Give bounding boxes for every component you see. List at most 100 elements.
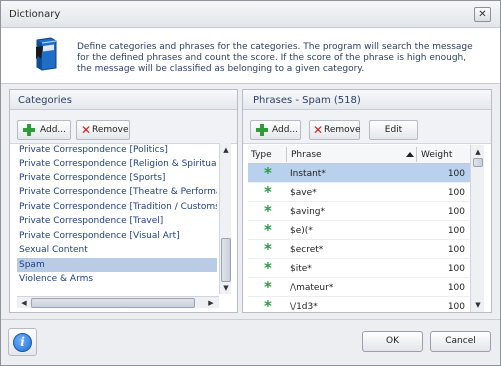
- table-row[interactable]: * /\mateur* 100: [248, 278, 470, 297]
- title-bar[interactable]: Dictionary ✕: [1, 1, 500, 28]
- asterisk-icon: *: [264, 259, 272, 277]
- weight-cell: 100: [447, 226, 465, 236]
- remove-category-button[interactable]: ✕ Remove: [76, 120, 130, 140]
- list-item[interactable]: Private Correspondence [Travel]: [17, 214, 217, 228]
- add-phrase-label: Add...: [272, 125, 299, 135]
- phrase-cell: $ecret*: [290, 245, 324, 255]
- weight-cell: 100: [447, 302, 465, 312]
- weight-cell: 100: [447, 188, 465, 198]
- weight-cell: 100: [447, 207, 465, 217]
- table-row[interactable]: * \/1d3* 100: [248, 297, 470, 312]
- table-row[interactable]: * $ave* 100: [248, 183, 470, 202]
- dictionary-dialog: Dictionary ✕ Define categories and phras…: [0, 0, 501, 366]
- table-row[interactable]: * $ite* 100: [248, 259, 470, 278]
- phrases-toolbar: Add... ✕ Remove Edit: [243, 110, 491, 144]
- category-label: Private Correspondence [Politics]: [19, 145, 168, 155]
- column-header-weight[interactable]: Weight: [421, 150, 452, 160]
- categories-list[interactable]: Private Correspondence [Politics] Privat…: [17, 143, 219, 293]
- scroll-down-arrow-icon[interactable]: ▼: [473, 300, 483, 310]
- phrases-title: Phrases - Spam (518): [253, 95, 361, 106]
- weight-cell: 100: [447, 169, 465, 179]
- category-label: Private Correspondence [Visual Art]: [19, 231, 180, 241]
- list-item[interactable]: Sexual Content: [17, 243, 217, 257]
- category-label: Private Correspondence [Travel]: [19, 216, 164, 226]
- list-item[interactable]: Private Correspondence [Religion & Spiri…: [17, 157, 217, 171]
- table-row[interactable]: * $e)(* 100: [248, 221, 470, 240]
- asterisk-icon: *: [264, 202, 272, 220]
- scroll-thumb[interactable]: [31, 298, 195, 308]
- asterisk-icon: *: [264, 278, 272, 296]
- weight-cell: 100: [447, 245, 465, 255]
- phrase-cell: /\mateur*: [290, 283, 334, 293]
- category-label: Private Correspondence [Theatre & Perfor…: [19, 187, 217, 197]
- phrase-cell: $aving*: [290, 207, 325, 217]
- info-icon: i: [13, 333, 32, 352]
- phrase-cell: $e)(*: [290, 226, 313, 236]
- table-row[interactable]: * $ecret* 100: [248, 240, 470, 259]
- category-label: Violence & Arms: [19, 274, 94, 284]
- table-header: Type Phrase Weight: [248, 145, 470, 164]
- remove-phrase-label: Remove: [324, 125, 361, 135]
- list-item[interactable]: Private Correspondence [Visual Art]: [17, 229, 217, 243]
- footer-divider: [1, 319, 500, 320]
- categories-toolbar: Add... ✕ Remove: [10, 110, 237, 144]
- list-item[interactable]: Private Correspondence [Theatre & Perfor…: [17, 185, 217, 199]
- remove-x-icon: ✕: [80, 123, 92, 137]
- add-phrase-button[interactable]: Add...: [250, 120, 301, 140]
- edit-phrase-label: Edit: [384, 125, 403, 135]
- category-label: Spam: [19, 260, 45, 270]
- list-item[interactable]: Violence & Arms: [17, 272, 217, 286]
- column-header-phrase[interactable]: Phrase: [291, 150, 322, 160]
- remove-x-icon: ✕: [312, 123, 324, 137]
- remove-category-label: Remove: [92, 125, 129, 135]
- asterisk-icon: *: [264, 164, 272, 182]
- asterisk-icon: *: [264, 240, 272, 258]
- phrases-table[interactable]: Type Phrase Weight * Instant* 100 * $ave…: [248, 145, 470, 312]
- cancel-button[interactable]: Cancel: [430, 331, 491, 352]
- categories-title: Categories: [18, 95, 72, 106]
- scroll-left-arrow-icon[interactable]: ◀: [19, 298, 29, 308]
- phrase-cell: $ite*: [290, 264, 312, 274]
- category-label: Sexual Content: [19, 245, 88, 255]
- asterisk-icon: *: [264, 297, 272, 312]
- table-row[interactable]: * $aving* 100: [248, 202, 470, 221]
- asterisk-icon: *: [264, 221, 272, 239]
- column-divider: [286, 147, 287, 162]
- list-item[interactable]: Private Correspondence [Politics]: [17, 143, 217, 157]
- weight-cell: 100: [447, 264, 465, 274]
- scroll-thumb[interactable]: [221, 238, 231, 282]
- column-header-type[interactable]: Type: [251, 150, 272, 160]
- column-divider: [416, 147, 417, 162]
- edit-phrase-button[interactable]: Edit: [369, 120, 418, 140]
- scroll-up-arrow-icon[interactable]: ▲: [473, 147, 483, 157]
- phrase-cell: $ave*: [290, 188, 317, 198]
- scroll-thumb[interactable]: [473, 158, 483, 167]
- ok-button[interactable]: OK: [362, 331, 423, 352]
- weight-cell: 100: [447, 283, 465, 293]
- phrase-cell: \/1d3*: [290, 302, 318, 312]
- list-item-selected[interactable]: Spam: [17, 258, 217, 272]
- info-description: Define categories and phrases for the ca…: [77, 42, 473, 74]
- phrases-vertical-scrollbar[interactable]: ▲ ▼: [470, 145, 484, 312]
- phrases-header: Phrases - Spam (518): [243, 90, 491, 110]
- plus-icon: [255, 123, 269, 137]
- remove-phrase-button[interactable]: ✕ Remove: [309, 120, 361, 140]
- categories-header: Categories: [10, 90, 237, 110]
- category-label: Private Correspondence [Religion & Spiri…: [19, 159, 217, 169]
- categories-vertical-scrollbar[interactable]: ▲ ▼: [219, 143, 231, 294]
- table-row-selected[interactable]: * Instant* 100: [248, 164, 470, 183]
- list-item[interactable]: Private Correspondence [Sports]: [17, 171, 217, 185]
- scroll-up-arrow-icon[interactable]: ▲: [221, 145, 231, 155]
- plus-icon: [22, 123, 36, 137]
- close-button[interactable]: ✕: [474, 7, 491, 22]
- categories-horizontal-scrollbar[interactable]: ◀ ▶: [17, 296, 219, 308]
- dictionary-book-icon: [36, 37, 57, 71]
- add-category-button[interactable]: Add...: [17, 120, 71, 140]
- list-item[interactable]: Private Correspondence [Tradition / Cust…: [17, 200, 217, 214]
- phrase-cell: Instant*: [290, 169, 326, 179]
- scroll-right-arrow-icon[interactable]: ▶: [206, 298, 216, 308]
- help-button[interactable]: i: [8, 328, 37, 356]
- category-label: Private Correspondence [Sports]: [19, 173, 166, 183]
- scroll-down-arrow-icon[interactable]: ▼: [221, 283, 231, 293]
- sort-ascending-icon: [406, 152, 414, 157]
